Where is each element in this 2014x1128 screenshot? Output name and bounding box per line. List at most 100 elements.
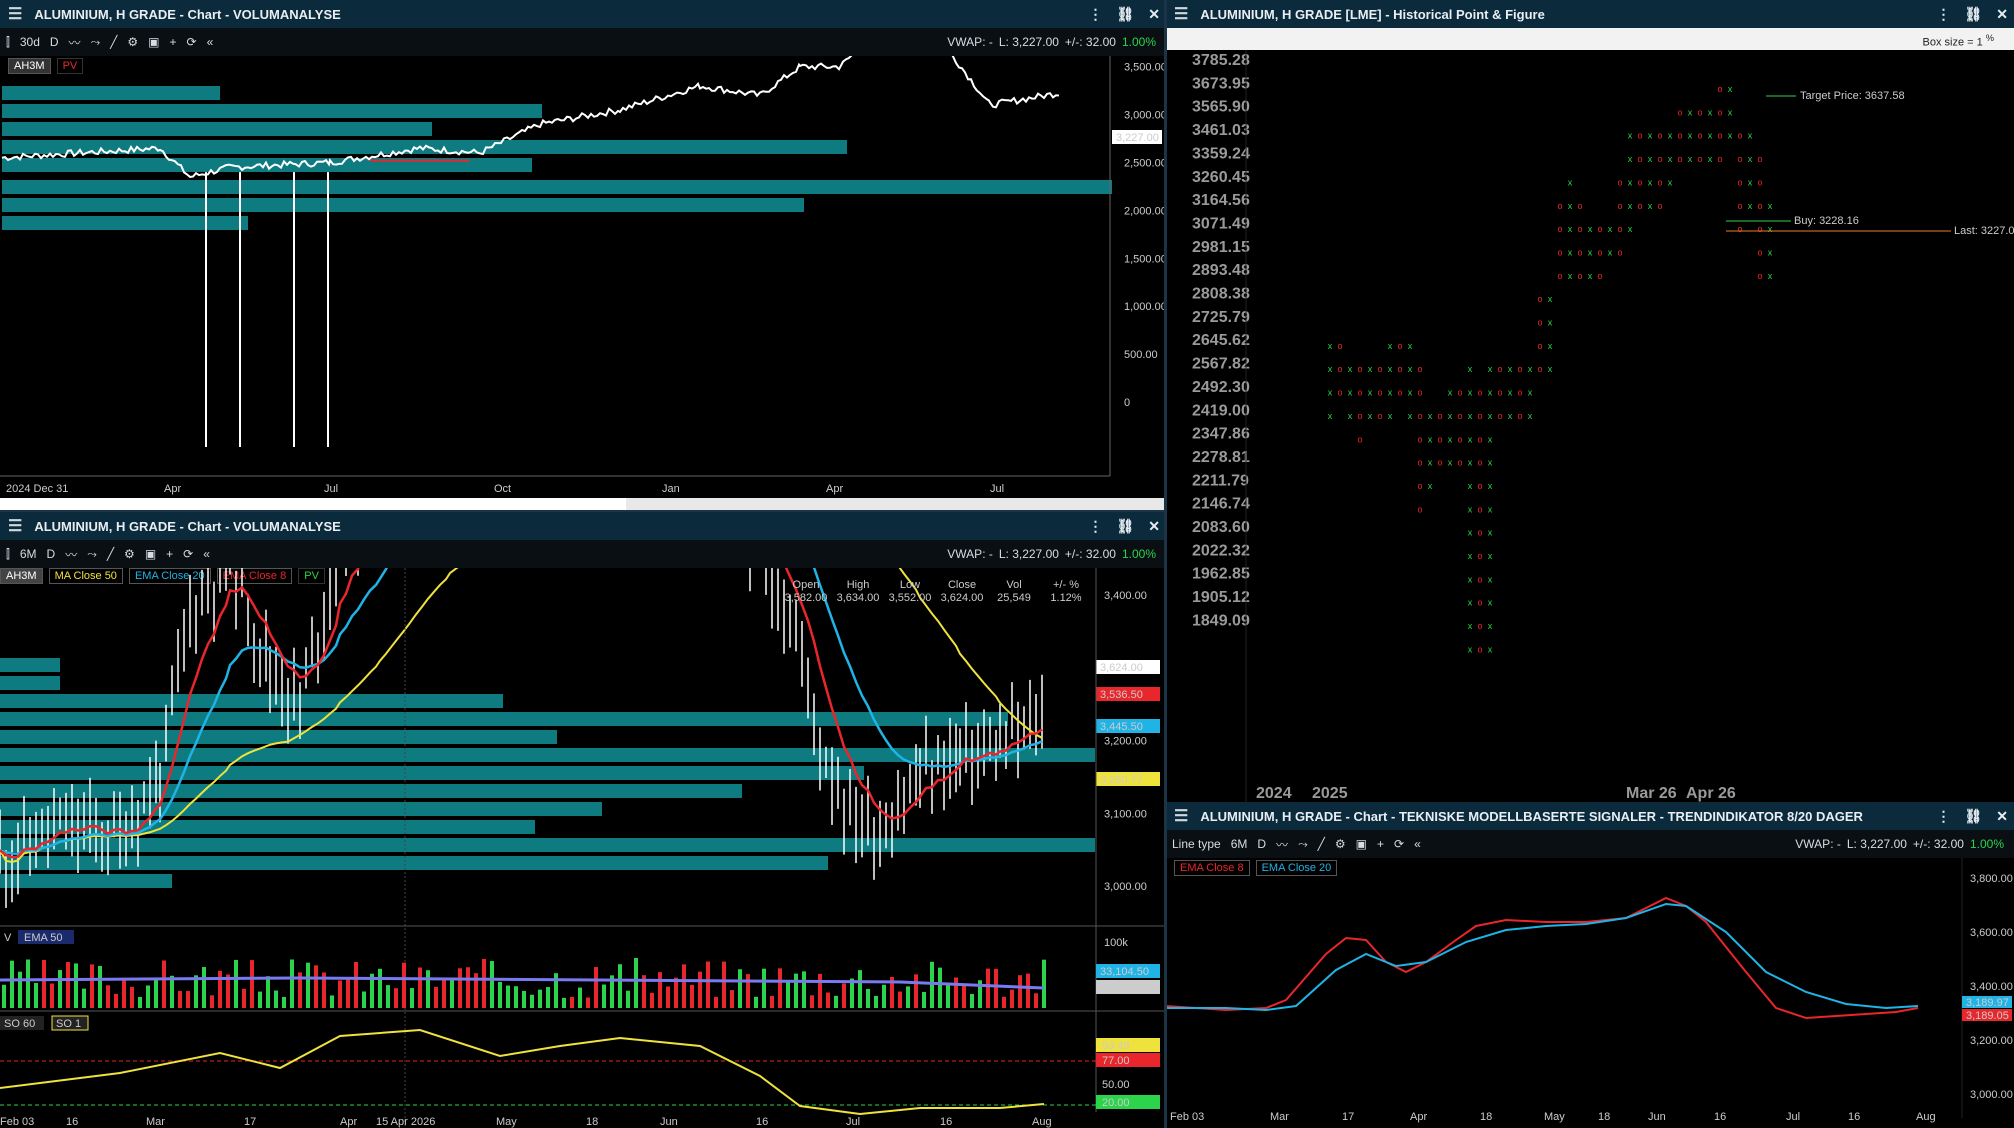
volume-bar: [778, 968, 782, 1008]
pf-o-mark: o: [1697, 154, 1702, 164]
price-tag-label: 3,280.77: [1100, 774, 1143, 786]
template-icon[interactable]: ▣: [1356, 837, 1367, 851]
more-icon[interactable]: ⋮: [1936, 808, 1950, 825]
pf-x-mark: x: [1768, 247, 1773, 257]
interval-selector[interactable]: D: [1257, 837, 1266, 851]
y-tick-label: 2808.38: [1192, 286, 1250, 303]
collapse-icon[interactable]: «: [1414, 837, 1421, 851]
period-selector[interactable]: 6M: [20, 547, 37, 561]
volume-bar: [170, 975, 174, 1008]
indicator-icon[interactable]: 〰: [65, 546, 77, 563]
more-icon[interactable]: ⋮: [1088, 518, 1102, 535]
y-tick-label: 3164.56: [1192, 192, 1250, 209]
last-label: Last: 3227.00: [1954, 225, 2014, 237]
indicator-icon[interactable]: 〰: [1276, 836, 1288, 853]
menu-icon[interactable]: ☰: [1174, 4, 1188, 24]
pf-o-mark: o: [1357, 388, 1362, 398]
refresh-icon[interactable]: ⟳: [183, 547, 193, 561]
panel-titlebar[interactable]: ☰ ALUMINIUM, H GRADE [LME] - Historical …: [1166, 0, 2014, 28]
template-icon[interactable]: ▣: [148, 35, 159, 49]
link-icon[interactable]: ⛓: [1116, 6, 1134, 23]
period-selector[interactable]: 6M: [1231, 837, 1248, 851]
chart-type-icon[interactable]: ⫿: [6, 35, 10, 50]
line-type-selector[interactable]: Line type: [1172, 837, 1221, 851]
add-icon[interactable]: +: [170, 35, 177, 49]
volume-bar: [746, 974, 750, 1008]
pf-o-mark: o: [1537, 341, 1542, 351]
period-selector[interactable]: 30d: [20, 35, 40, 49]
collapse-icon[interactable]: «: [203, 547, 210, 561]
add-icon[interactable]: +: [1377, 837, 1384, 851]
y-tick-label: 3565.90: [1192, 99, 1250, 116]
so-value-label: 50.00: [1102, 1079, 1130, 1091]
pf-x-mark: x: [1748, 177, 1753, 187]
pf-x-mark: x: [1468, 504, 1473, 514]
pf-x-mark: x: [1488, 434, 1493, 444]
settings-icon[interactable]: ⚙: [1335, 837, 1346, 851]
pf-o-mark: o: [1617, 201, 1622, 211]
line-tool-icon[interactable]: ╱: [110, 35, 117, 49]
panel-titlebar[interactable]: ☰ ALUMINIUM, H GRADE - Chart - VOLUMANAL…: [0, 512, 1166, 540]
pf-x-mark: x: [1388, 388, 1393, 398]
pf-o-mark: o: [1617, 224, 1622, 234]
volume-bar: [122, 977, 126, 1008]
box-size-readout[interactable]: Box size = 1 %: [1923, 33, 1994, 49]
vertical-divider[interactable]: [1164, 0, 1167, 1128]
indicator-icon[interactable]: 〰: [69, 34, 81, 51]
panel-titlebar[interactable]: ☰ ALUMINIUM, H GRADE - Chart - TEKNISKE …: [1166, 802, 2014, 830]
chart-type-icon[interactable]: ⫿: [6, 547, 10, 562]
so-value-label: 93.49: [1102, 1040, 1130, 1052]
volume-bar: [106, 985, 110, 1008]
panel-title: ALUMINIUM, H GRADE - Chart - TEKNISKE MO…: [1200, 808, 1863, 824]
change-percent: 1.00%: [1121, 35, 1156, 49]
link-icon[interactable]: ⛓: [1116, 518, 1134, 535]
settings-icon[interactable]: ⚙: [124, 547, 135, 561]
x-tick-label: Oct: [494, 483, 511, 495]
link-icon[interactable]: ⛓: [1964, 808, 1982, 825]
menu-icon[interactable]: ☰: [8, 4, 22, 24]
more-icon[interactable]: ⋮: [1088, 6, 1102, 23]
horizontal-divider[interactable]: [0, 510, 1166, 512]
close-icon[interactable]: ✕: [1996, 808, 2008, 825]
more-icon[interactable]: ⋮: [1936, 6, 1950, 23]
price-volume-chart[interactable]: 4,000.003,500.003,000.002,500.002,000.00…: [0, 56, 1166, 512]
settings-icon[interactable]: ⚙: [127, 35, 138, 49]
x-tick-label: 18: [586, 1116, 598, 1128]
pf-o-mark: o: [1417, 481, 1422, 491]
panel-titlebar[interactable]: ☰ ALUMINIUM, H GRADE - Chart - VOLUMANAL…: [0, 0, 1166, 28]
interval-selector[interactable]: D: [50, 35, 59, 49]
pf-x-mark: x: [1628, 224, 1633, 234]
volume-profile-bar: [0, 712, 1008, 726]
drawing-tools-icon[interactable]: ⤳: [1298, 837, 1308, 852]
drawing-tools-icon[interactable]: ⤳: [91, 35, 101, 50]
x-tick-label: Mar 26: [1626, 785, 1677, 802]
pf-o-mark: o: [1357, 364, 1362, 374]
volume-bar: [674, 977, 678, 1008]
volume-bar: [714, 996, 718, 1008]
collapse-icon[interactable]: «: [207, 35, 214, 49]
trend-indicator-chart[interactable]: 3,800.00 3,600.00 3,400.00 3,200.00 3,000.00…: [1166, 858, 2014, 1128]
drawing-tools-icon[interactable]: ⤳: [87, 547, 97, 562]
interval-selector[interactable]: D: [47, 547, 56, 561]
close-icon[interactable]: ✕: [1148, 6, 1160, 23]
volume-bar: [242, 988, 246, 1008]
menu-icon[interactable]: ☰: [8, 516, 22, 536]
template-icon[interactable]: ▣: [145, 547, 156, 561]
panel-volume-analysis-long: ☰ ALUMINIUM, H GRADE - Chart - VOLUMANAL…: [0, 0, 1166, 512]
line-tool-icon[interactable]: ╱: [1318, 837, 1325, 851]
line-tool-icon[interactable]: ╱: [107, 547, 114, 561]
add-icon[interactable]: +: [166, 547, 173, 561]
link-icon[interactable]: ⛓: [1964, 6, 1982, 23]
refresh-icon[interactable]: ⟳: [1394, 837, 1404, 851]
price-indicator-chart[interactable]: 3,800.003,700.003,600.003,500.003,400.00…: [0, 568, 1166, 1128]
volume-bar: [538, 989, 542, 1008]
close-icon[interactable]: ✕: [1996, 6, 2008, 23]
y-tick-label: 3,800.00: [1970, 873, 2013, 885]
pf-o-mark: o: [1677, 131, 1682, 141]
change-percent: 1.00%: [1121, 547, 1156, 561]
pf-o-mark: o: [1417, 364, 1422, 374]
close-icon[interactable]: ✕: [1148, 518, 1160, 535]
point-figure-chart[interactable]: 3785.28 3673.95 3565.90 3461.03 3359.24 3260.…: [1166, 50, 2014, 802]
refresh-icon[interactable]: ⟳: [187, 35, 197, 49]
menu-icon[interactable]: ☰: [1174, 806, 1188, 826]
